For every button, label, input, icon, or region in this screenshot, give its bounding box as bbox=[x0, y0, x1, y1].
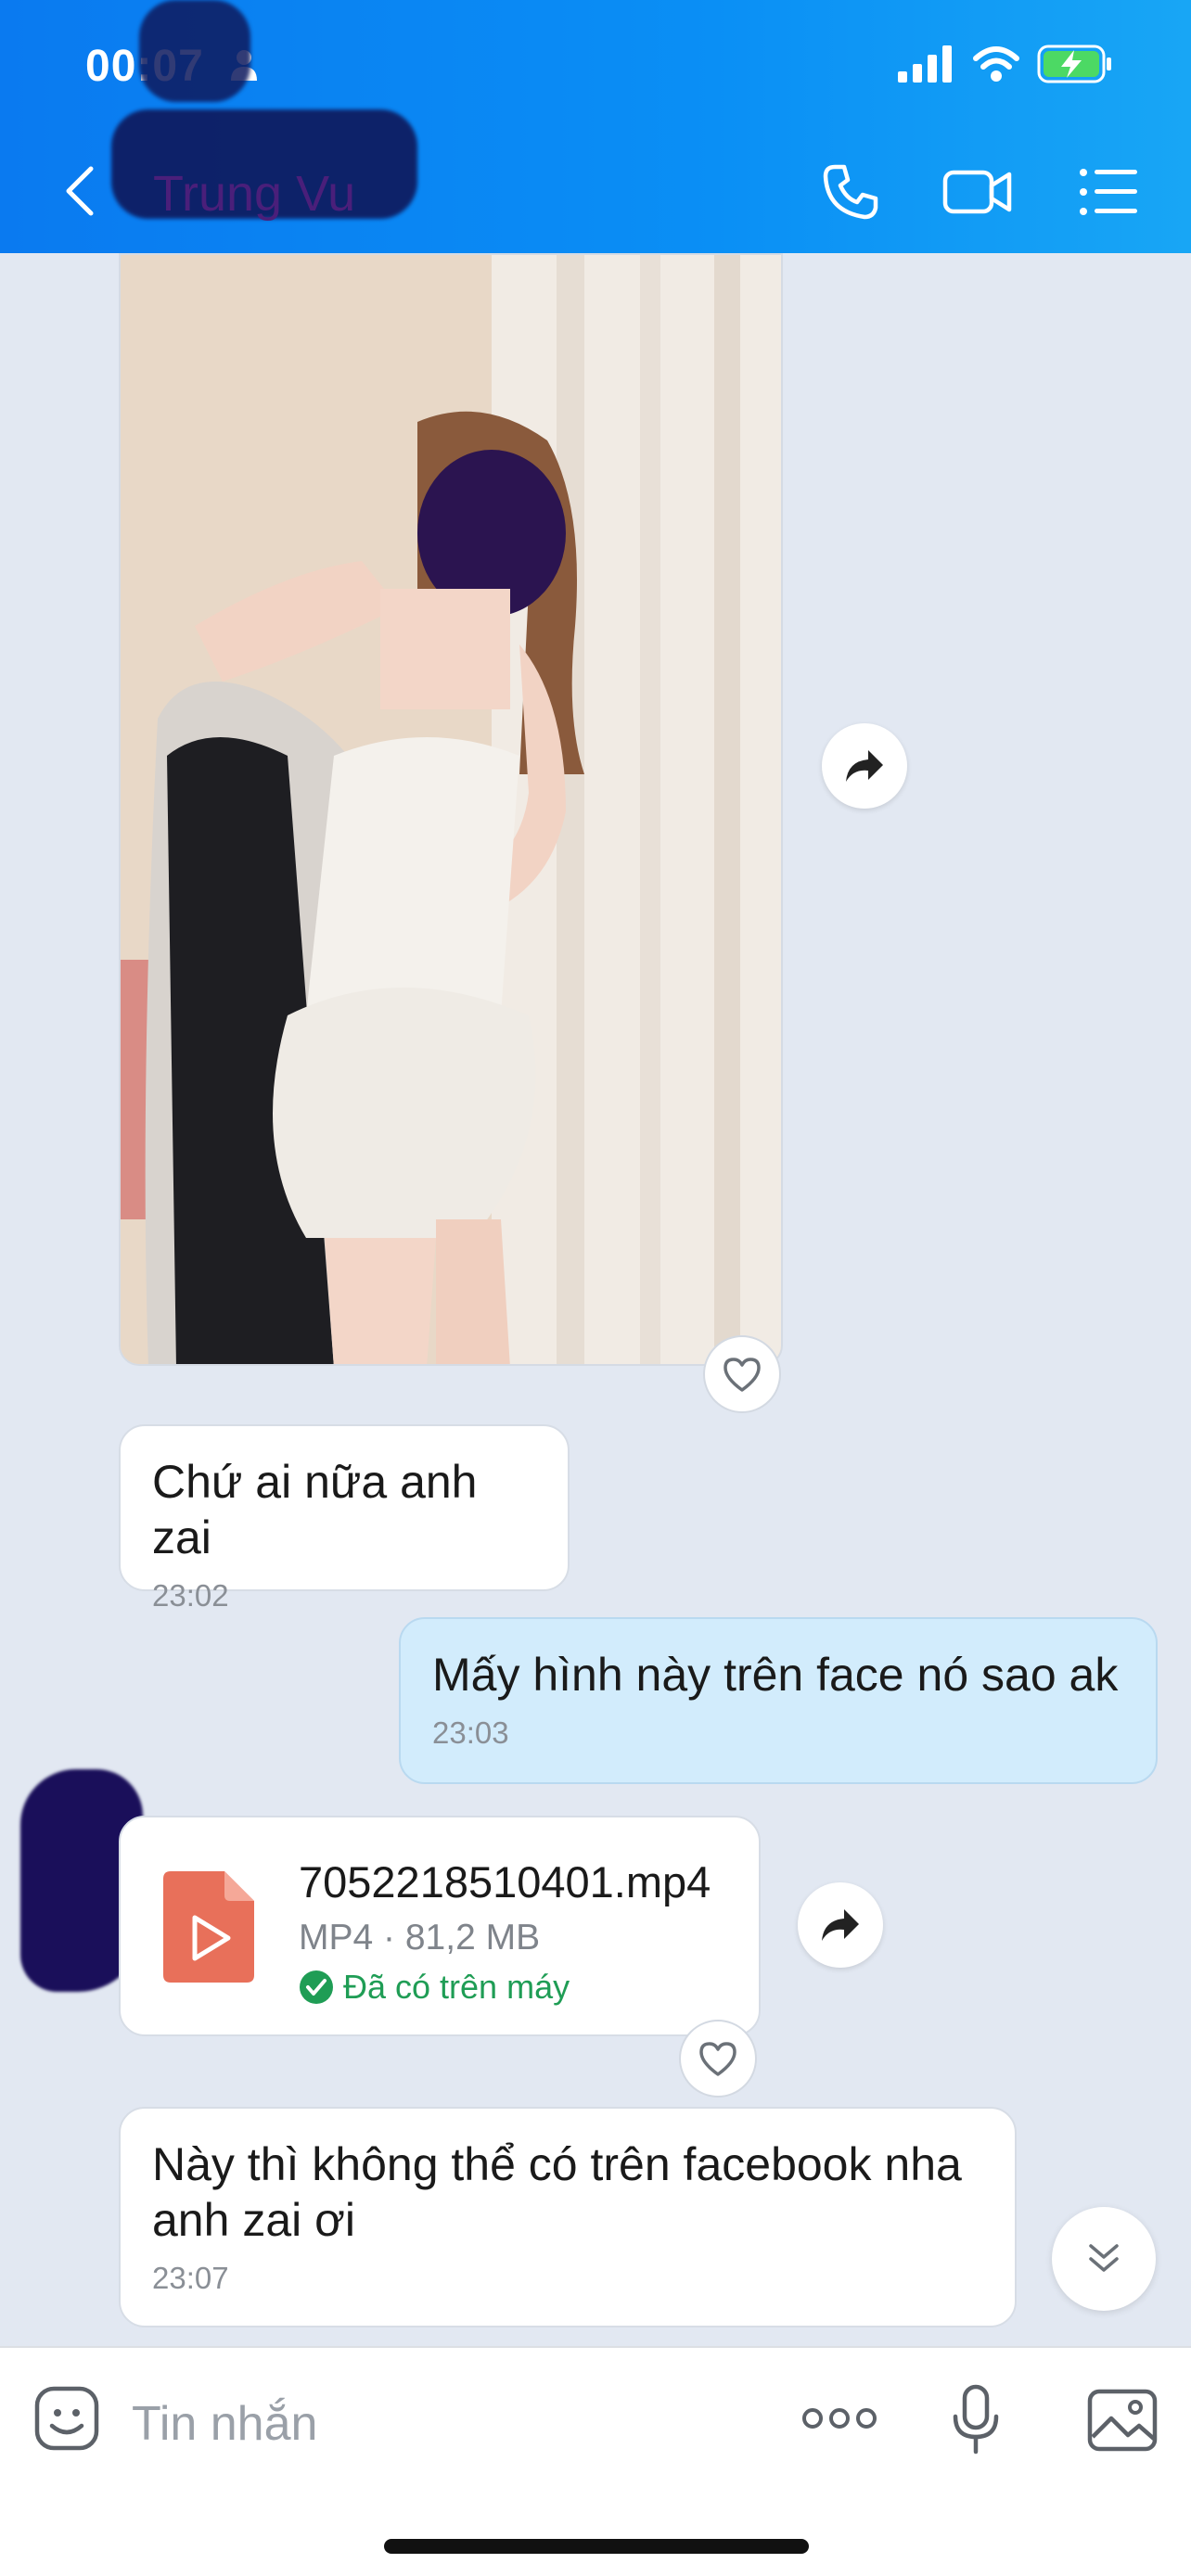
home-indicator bbox=[384, 2539, 809, 2554]
scroll-to-bottom-button[interactable] bbox=[1052, 2207, 1156, 2311]
message-time: 23:07 bbox=[152, 2261, 229, 2295]
incoming-message[interactable]: Chứ ai nữa anh zai 23:02 bbox=[119, 1424, 570, 1613]
status-icons bbox=[898, 45, 1113, 83]
check-circle-icon bbox=[300, 1970, 333, 2004]
message-composer: Tin nhắn bbox=[0, 2346, 1191, 2576]
file-message[interactable]: 7052218510401.mp4 MP4 · 81,2 MB Đã có tr… bbox=[119, 1816, 761, 2036]
message-time: 23:03 bbox=[432, 1715, 509, 1750]
heart-icon bbox=[724, 1358, 761, 1392]
video-file-icon bbox=[163, 1871, 254, 1983]
photo-content bbox=[121, 255, 781, 1364]
message-input[interactable]: Tin nhắn bbox=[132, 2396, 317, 2452]
sticker-icon[interactable] bbox=[33, 2385, 100, 2452]
list-menu-icon[interactable] bbox=[1076, 159, 1141, 224]
message-text: Mấy hình này trên face nó sao ak bbox=[432, 1649, 1119, 1701]
message-time: 23:02 bbox=[152, 1578, 229, 1613]
redaction-mark bbox=[139, 0, 250, 102]
video-camera-icon[interactable] bbox=[942, 159, 1013, 224]
contact-name[interactable]: Trung Vu bbox=[153, 165, 355, 223]
message-text: Này thì không thể có trên facebook nha a… bbox=[152, 2138, 962, 2246]
chat-header: 00:07 Trung Vu bbox=[0, 0, 1191, 253]
download-status-text: Đã có trên máy bbox=[343, 1968, 570, 2006]
incoming-message[interactable]: Này thì không thể có trên facebook nha a… bbox=[119, 2107, 1017, 2327]
chevron-left-icon[interactable] bbox=[58, 163, 104, 219]
message-text: Chứ ai nữa anh zai bbox=[152, 1456, 478, 1563]
share-arrow-icon bbox=[846, 750, 883, 782]
forward-button[interactable] bbox=[798, 1882, 883, 1968]
wifi-icon bbox=[973, 46, 1019, 82]
react-heart-button[interactable] bbox=[679, 2020, 757, 2098]
file-meta: MP4 · 81,2 MB bbox=[299, 1918, 541, 1958]
double-chevron-down-icon bbox=[1089, 2244, 1119, 2272]
more-dots-icon[interactable] bbox=[801, 2405, 877, 2431]
heart-icon bbox=[699, 2042, 736, 2076]
phone-icon[interactable] bbox=[818, 159, 883, 224]
image-message[interactable] bbox=[119, 253, 783, 1366]
image-gallery-icon[interactable] bbox=[1087, 2389, 1158, 2452]
file-name: 7052218510401.mp4 bbox=[299, 1857, 711, 1906]
microphone-icon[interactable] bbox=[950, 2383, 1002, 2457]
forward-button[interactable] bbox=[822, 723, 907, 809]
battery-charging-icon bbox=[1037, 45, 1111, 83]
signal-icon bbox=[898, 45, 952, 83]
outgoing-message[interactable]: Mấy hình này trên face nó sao ak 23:03 bbox=[399, 1617, 1158, 1784]
react-heart-button[interactable] bbox=[703, 1335, 781, 1413]
share-arrow-icon bbox=[822, 1909, 859, 1941]
download-status: Đã có trên máy bbox=[299, 1968, 570, 2007]
